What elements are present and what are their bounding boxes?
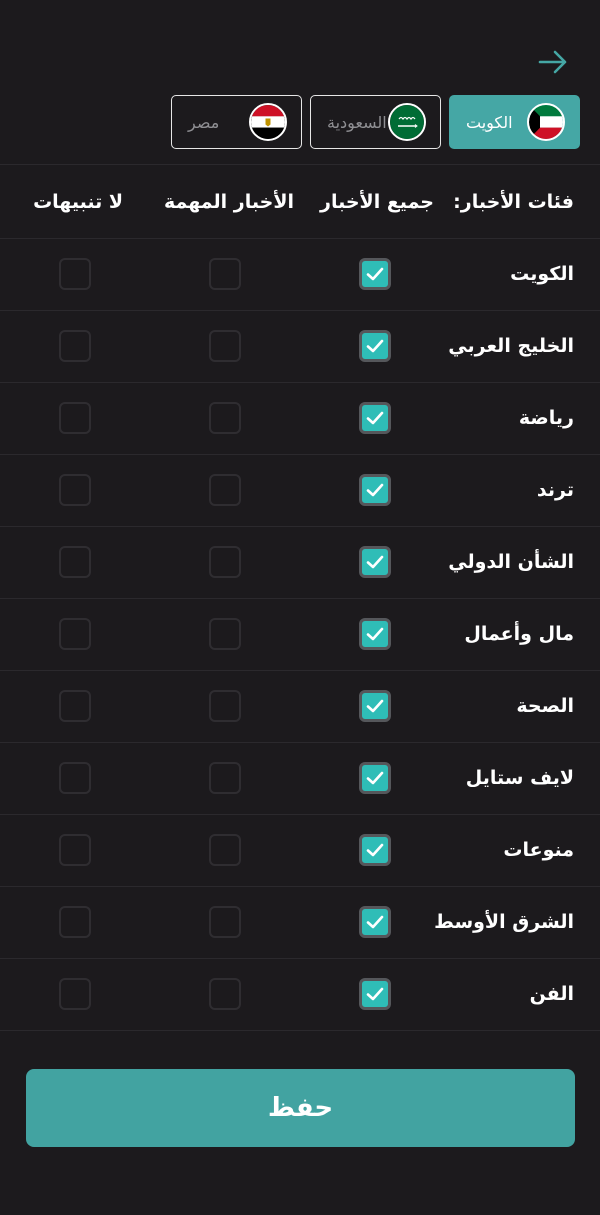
checkbox-no-notifications[interactable]	[59, 330, 91, 362]
category-label: الخليج العربي	[448, 335, 574, 357]
tab-kuwait[interactable]: الكويت	[449, 95, 580, 149]
category-label: منوعات	[503, 839, 574, 861]
checkbox-important-news[interactable]	[209, 762, 241, 794]
checkbox-all-news[interactable]	[359, 762, 391, 794]
checkbox-all-news[interactable]	[359, 402, 391, 434]
tab-saudi[interactable]: السعودية	[310, 95, 441, 149]
table-row: الفن	[0, 958, 600, 1030]
category-label: ترند	[536, 479, 574, 501]
checkbox-important-news[interactable]	[209, 258, 241, 290]
checkbox-important-news[interactable]	[209, 906, 241, 938]
checkbox-important-news[interactable]	[209, 978, 241, 1010]
checkbox-all-news[interactable]	[359, 474, 391, 506]
checkbox-all-news[interactable]	[359, 834, 391, 866]
category-label: الكويت	[510, 263, 574, 285]
checkbox-important-news[interactable]	[209, 546, 241, 578]
table-row: الخليج العربي	[0, 310, 600, 382]
table-row: الكويت	[0, 238, 600, 310]
column-header-category: فئات الأخبار:	[453, 191, 574, 213]
column-header-no-notifications: لا تنبيهات	[33, 191, 123, 213]
table-row: مال وأعمال	[0, 598, 600, 670]
save-button[interactable]: حفظ	[26, 1069, 575, 1147]
tab-label: السعودية	[327, 112, 387, 132]
category-label: رياضة	[518, 407, 574, 429]
checkbox-no-notifications[interactable]	[59, 258, 91, 290]
back-button[interactable]	[536, 48, 570, 80]
table-row: ترند	[0, 454, 600, 526]
table-row: منوعات	[0, 814, 600, 886]
column-header-important-news: الأخبار المهمة	[164, 191, 294, 213]
saudi-flag-icon	[388, 103, 426, 141]
category-label: مال وأعمال	[464, 623, 574, 645]
table-row: لايف ستايل	[0, 742, 600, 814]
tab-label: الكويت	[466, 112, 513, 132]
column-header-all-news: جميع الأخبار	[320, 191, 434, 213]
arrow-right-icon	[538, 50, 568, 78]
checkbox-all-news[interactable]	[359, 906, 391, 938]
checkbox-no-notifications[interactable]	[59, 690, 91, 722]
divider	[0, 1030, 600, 1031]
divider	[0, 164, 600, 165]
checkbox-no-notifications[interactable]	[59, 402, 91, 434]
egypt-flag-icon	[249, 103, 287, 141]
table-row: الصحة	[0, 670, 600, 742]
checkbox-all-news[interactable]	[359, 618, 391, 650]
tab-label: مصر	[188, 112, 220, 132]
checkbox-no-notifications[interactable]	[59, 762, 91, 794]
table-row: الشرق الأوسط	[0, 886, 600, 958]
category-label: الفن	[529, 983, 574, 1005]
checkbox-no-notifications[interactable]	[59, 618, 91, 650]
tab-egypt[interactable]: مصر	[171, 95, 302, 149]
table-row: الشأن الدولي	[0, 526, 600, 598]
checkbox-no-notifications[interactable]	[59, 474, 91, 506]
table-header: فئات الأخبار: جميع الأخبار الأخبار المهم…	[0, 166, 600, 238]
category-label: لايف ستايل	[465, 767, 574, 789]
category-label: الشرق الأوسط	[434, 911, 574, 933]
checkbox-important-news[interactable]	[209, 474, 241, 506]
checkbox-no-notifications[interactable]	[59, 834, 91, 866]
table-row: رياضة	[0, 382, 600, 454]
category-label: الشأن الدولي	[448, 551, 574, 573]
checkbox-all-news[interactable]	[359, 546, 391, 578]
checkbox-no-notifications[interactable]	[59, 546, 91, 578]
checkbox-important-news[interactable]	[209, 618, 241, 650]
country-tabs: الكويت السعودية مصر	[171, 95, 580, 149]
checkbox-no-notifications[interactable]	[59, 906, 91, 938]
checkbox-important-news[interactable]	[209, 690, 241, 722]
kuwait-flag-icon	[527, 103, 565, 141]
checkbox-important-news[interactable]	[209, 402, 241, 434]
checkbox-no-notifications[interactable]	[59, 978, 91, 1010]
checkbox-all-news[interactable]	[359, 978, 391, 1010]
checkbox-all-news[interactable]	[359, 690, 391, 722]
checkbox-important-news[interactable]	[209, 330, 241, 362]
category-label: الصحة	[516, 695, 574, 717]
checkbox-important-news[interactable]	[209, 834, 241, 866]
checkbox-all-news[interactable]	[359, 258, 391, 290]
checkbox-all-news[interactable]	[359, 330, 391, 362]
